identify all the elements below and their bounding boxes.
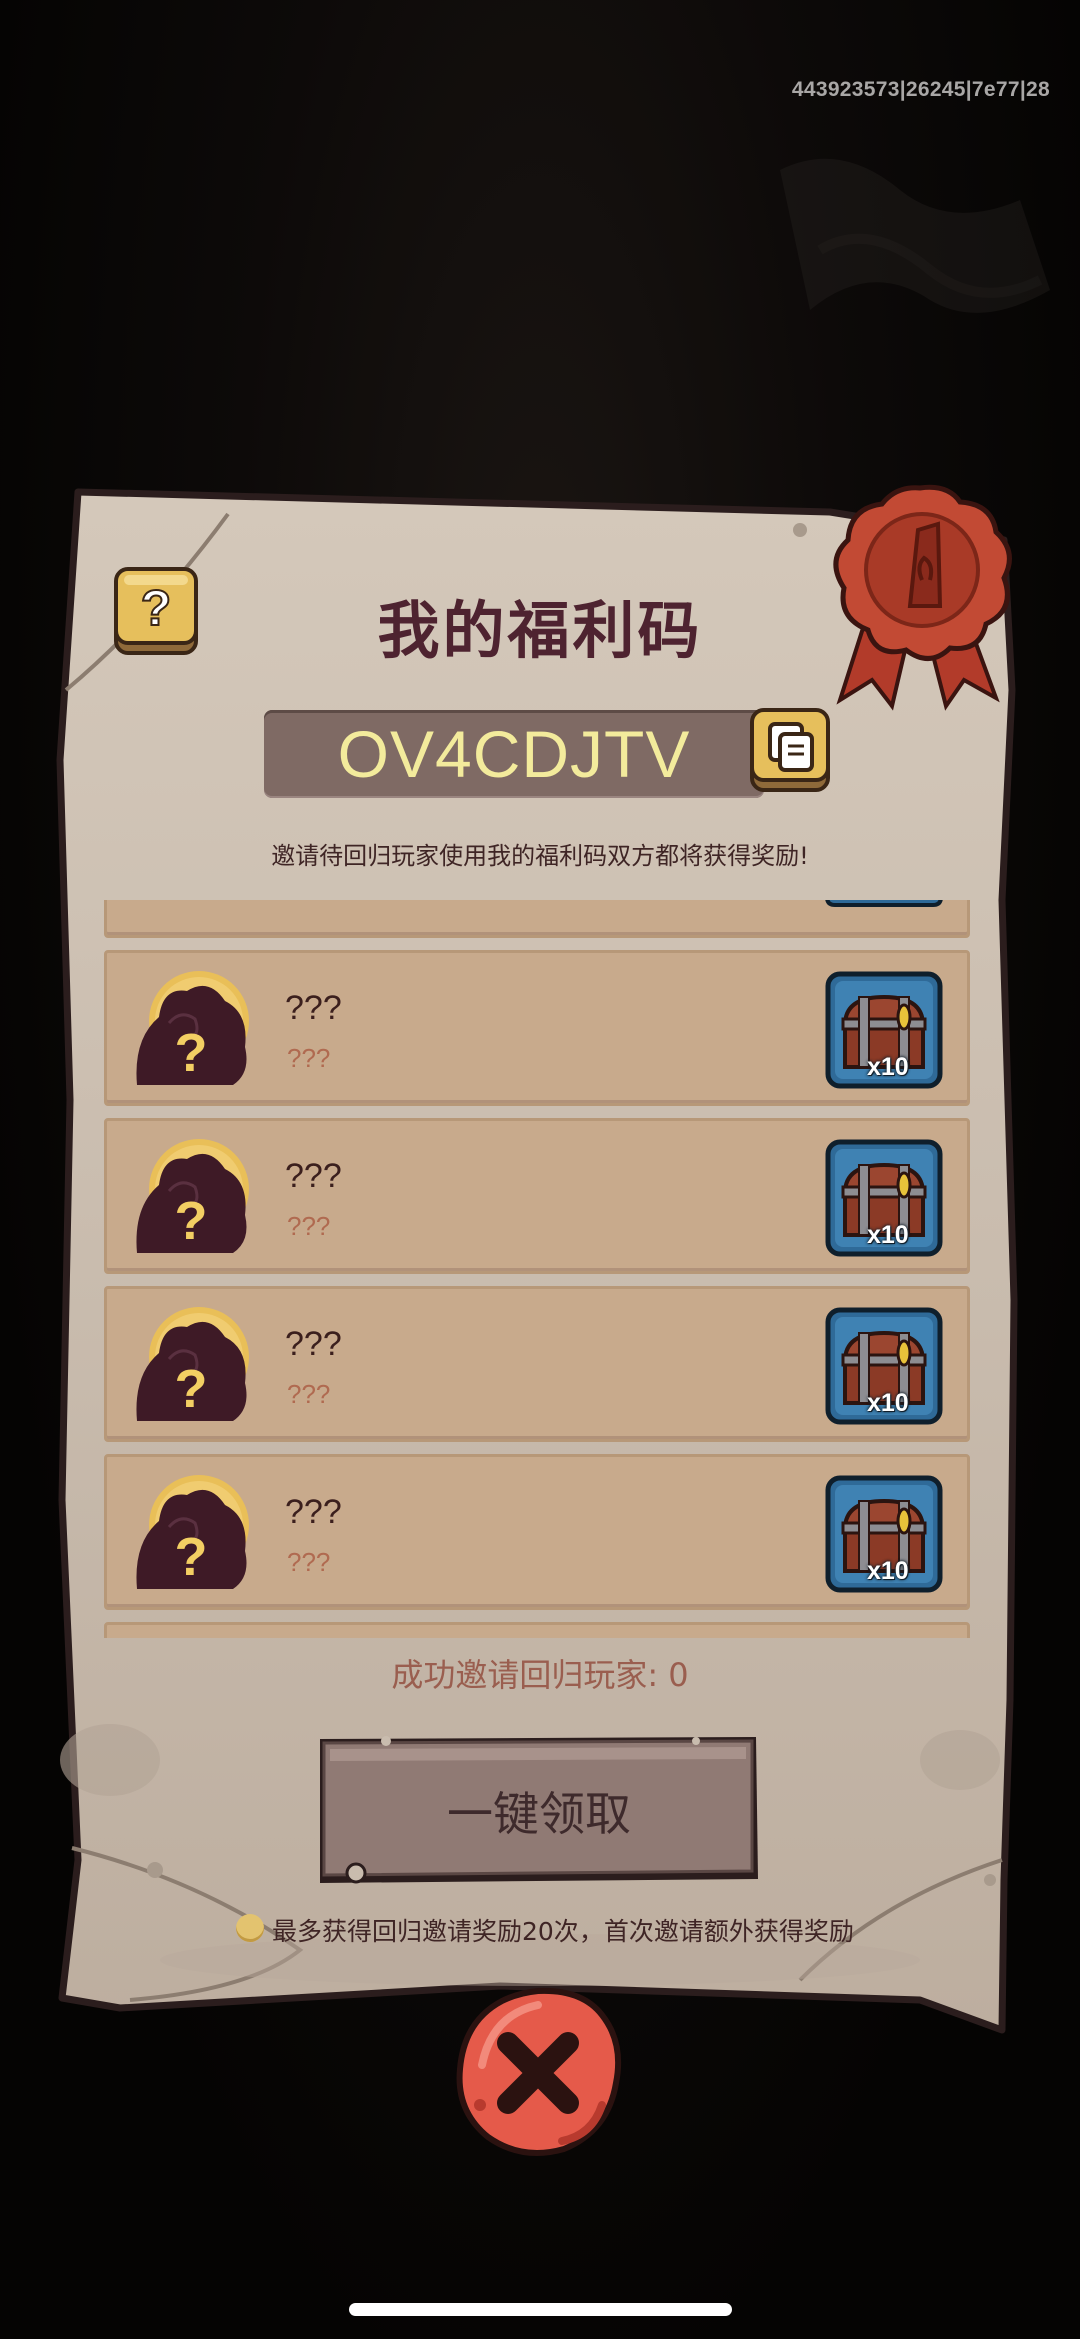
page-title: 我的福利码 <box>377 594 703 667</box>
list-item: ? ??? ??? x10 <box>104 1454 970 1610</box>
invite-count-text: 成功邀请回归玩家: 0 <box>391 1656 689 1694</box>
player-status: ??? <box>287 1211 331 1241</box>
coin-icon <box>236 1914 264 1942</box>
reward-quantity: x10 <box>867 1053 909 1081</box>
unknown-player-icon <box>167 900 247 915</box>
wax-seal-icon <box>833 484 1012 711</box>
unknown-player-avatar: ? <box>136 971 249 1085</box>
list-item: ? ??? ??? x10 <box>104 1286 970 1442</box>
invite-code-text: OV4CDJTV <box>337 717 691 791</box>
list-item: ? ??? ??? x10 <box>104 1118 970 1274</box>
reward-limit-note: 最多获得回归邀请奖励20次，首次邀请额外获得奖励 <box>272 1917 854 1946</box>
unknown-player-avatar: ? <box>136 1307 249 1421</box>
treasure-chest-icon <box>825 900 943 907</box>
list-item <box>104 1622 970 1638</box>
reward-quantity: x10 <box>867 1221 909 1249</box>
unknown-player-avatar: ? <box>136 1475 249 1589</box>
question-mark-icon: ? <box>175 1023 208 1083</box>
invite-description: 邀请待回归玩家使用我的福利码双方都将获得奖励! <box>271 842 809 870</box>
unknown-player-avatar: ? <box>136 1139 249 1253</box>
player-name: ??? <box>285 989 342 1027</box>
list-item <box>104 900 970 938</box>
question-mark-icon: ? <box>175 1191 208 1251</box>
question-mark-icon: ? <box>175 1359 208 1419</box>
reward-list[interactable]: ? ??? ??? x10 ? ??? ??? x10 ? ??? ??? x1… <box>104 900 972 1638</box>
question-mark-icon: ? <box>175 1527 208 1587</box>
home-indicator[interactable] <box>349 2303 732 2316</box>
player-name: ??? <box>285 1493 342 1531</box>
copy-code-button[interactable] <box>748 706 832 794</box>
list-item: ? ??? ??? x10 <box>104 950 970 1106</box>
player-name: ??? <box>285 1325 342 1363</box>
invite-code-field: OV4CDJTV <box>264 710 764 798</box>
help-button[interactable]: ? <box>112 565 200 657</box>
player-name: ??? <box>285 1157 342 1195</box>
reward-quantity: x10 <box>867 1557 909 1585</box>
player-status: ??? <box>287 1379 331 1409</box>
player-status: ??? <box>287 1547 331 1577</box>
player-status: ??? <box>287 1043 331 1073</box>
close-button[interactable] <box>452 1985 624 2159</box>
reward-quantity: x10 <box>867 1389 909 1417</box>
claim-all-label: 一键领取 <box>447 1787 631 1841</box>
help-icon: ? <box>141 580 172 636</box>
